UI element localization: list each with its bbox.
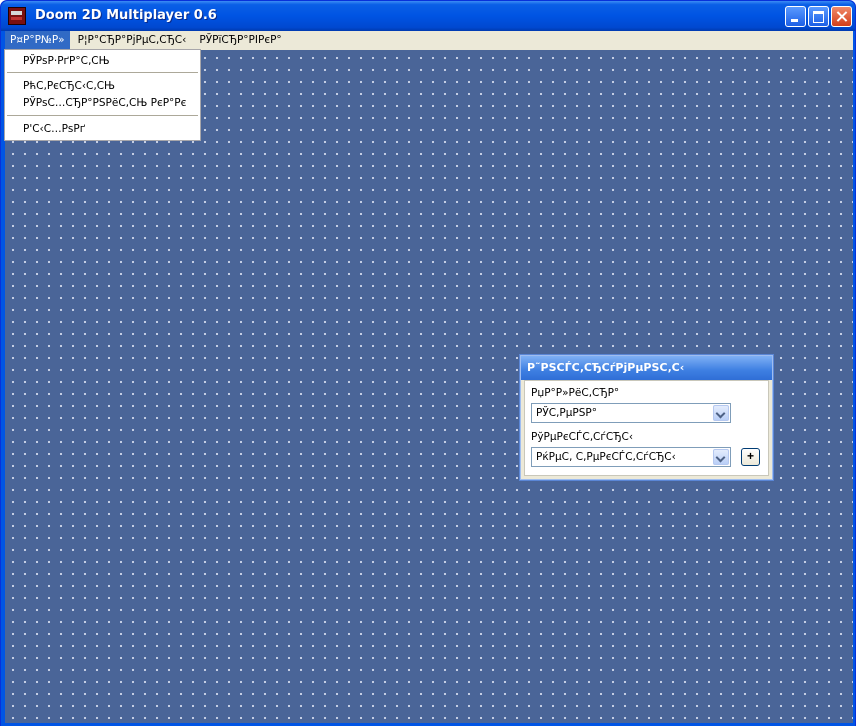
- tools-panel: Р˜РЅСЃС‚СЂСѓРјРµРЅС‚С‹ РџР°Р»РёС‚СЂР° РЎ…: [519, 354, 774, 481]
- minimize-button[interactable]: [785, 6, 806, 27]
- menu-bar: Р¤Р°Р№Р» Р¦Р°СЂР°РјРµС‚СЂС‹ РЎРїСЂР°РІРє…: [5, 31, 853, 50]
- add-texture-button[interactable]: +: [741, 448, 760, 466]
- textures-select-value: РќРµС‚ С‚РµРєСЃС‚СѓСЂС‹: [536, 451, 676, 463]
- textures-label: РўРµРєСЃС‚СѓСЂС‹: [531, 431, 634, 443]
- menu-help[interactable]: РЎРїСЂР°РІРєР°: [194, 31, 286, 50]
- menu-file[interactable]: Р¤Р°Р№Р»: [5, 31, 70, 50]
- chevron-down-icon[interactable]: [713, 405, 729, 421]
- maximize-button[interactable]: [808, 6, 829, 27]
- window-title: Doom 2D Multiplayer 0.6: [35, 8, 217, 23]
- menu-item-open[interactable]: РћС‚РєСЂС‹С‚СЊ: [23, 78, 115, 94]
- close-button[interactable]: [831, 6, 852, 27]
- title-bar[interactable]: Doom 2D Multiplayer 0.6: [1, 1, 855, 31]
- doom-app-icon[interactable]: [8, 7, 26, 25]
- menu-separator: [7, 115, 198, 116]
- tools-panel-body: РџР°Р»РёС‚СЂР° РЎС‚РµРЅР° РўРµРєСЃС‚СѓСЂ…: [524, 380, 769, 476]
- menu-item-save-as[interactable]: РЎРѕС…СЂР°РЅРёС‚СЊ РєР°Рє: [23, 95, 186, 111]
- menu-item-exit[interactable]: Р'С‹С…РѕРґ: [23, 121, 85, 137]
- palette-label: РџР°Р»РёС‚СЂР°: [531, 387, 620, 399]
- palette-select[interactable]: РЎС‚РµРЅР°: [531, 403, 731, 423]
- textures-select[interactable]: РќРµС‚ С‚РµРєСЃС‚СѓСЂС‹: [531, 447, 731, 467]
- file-menu-dropdown: РЎРѕР·РґР°С‚СЊ РћС‚РєСЂС‹С‚СЊ РЎРѕС…СЂР°…: [4, 49, 201, 141]
- tools-panel-title[interactable]: Р˜РЅСЃС‚СЂСѓРјРµРЅС‚С‹: [521, 356, 772, 380]
- menu-options[interactable]: Р¦Р°СЂР°РјРµС‚СЂС‹: [73, 31, 192, 50]
- menu-item-new[interactable]: РЎРѕР·РґР°С‚СЊ: [23, 53, 110, 69]
- menu-separator: [7, 72, 198, 73]
- palette-select-value: РЎС‚РµРЅР°: [536, 407, 597, 419]
- chevron-down-icon[interactable]: [713, 449, 729, 465]
